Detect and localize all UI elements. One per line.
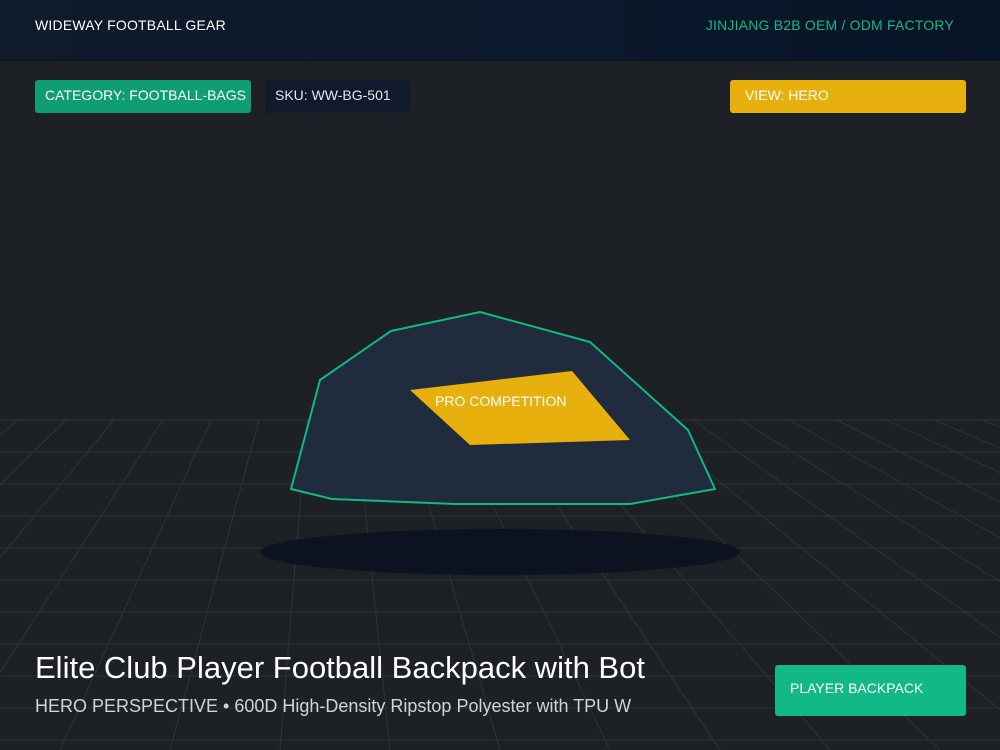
bag-shadow	[260, 529, 740, 575]
backpack-badge-label: PRO COMPETITION	[435, 393, 566, 409]
player-backpack-button[interactable]: PLAYER BACKPACK	[775, 665, 966, 716]
view-chip[interactable]: VIEW: HERO	[730, 80, 966, 113]
sku-chip: SKU: WW-BG-501	[265, 80, 410, 113]
product-subtitle: HERO PERSPECTIVE • 600D High-Density Rip…	[35, 696, 632, 716]
category-chip[interactable]: CATEGORY: FOOTBALL-BAGS	[35, 80, 251, 113]
product-title: Elite Club Player Football Backpack with…	[35, 650, 645, 685]
